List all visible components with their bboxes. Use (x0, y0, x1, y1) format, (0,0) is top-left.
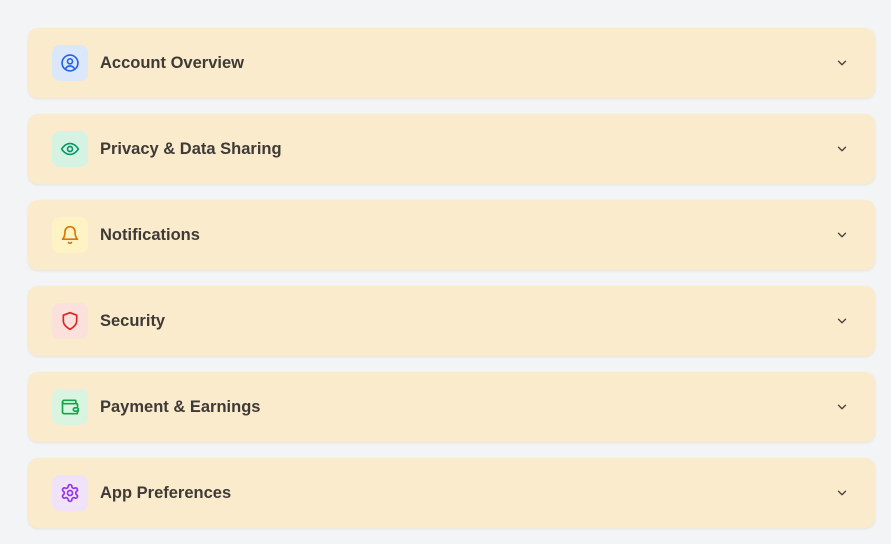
chevron-down-icon[interactable] (835, 314, 849, 328)
chevron-down-icon[interactable] (835, 142, 849, 156)
chevron-down-icon[interactable] (835, 228, 849, 242)
shield-icon (62, 311, 78, 331)
accordion-payment-earnings[interactable]: Payment & Earnings (28, 372, 875, 442)
chevron-down-icon[interactable] (835, 56, 849, 70)
privacy-icon-badge (52, 131, 88, 167)
eye-icon (60, 142, 80, 156)
security-icon-badge (52, 303, 88, 339)
accordion-security[interactable]: Security (28, 286, 875, 356)
accordion-label: Security (100, 311, 166, 330)
bell-icon (61, 225, 79, 245)
chevron-down-icon[interactable] (835, 486, 849, 500)
notifications-icon-badge (52, 217, 88, 253)
accordion-privacy-data-sharing[interactable]: Privacy & Data Sharing (28, 114, 875, 184)
account-overview-icon-badge (52, 45, 88, 81)
accordion-label: Notifications (100, 225, 200, 244)
wallet-icon (61, 399, 80, 415)
accordion-notifications[interactable]: Notifications (28, 200, 875, 270)
payment-icon-badge (52, 389, 88, 425)
settings-accordion-list: Account Overview Privacy & Data Sharing … (28, 28, 875, 544)
accordion-label: Account Overview (100, 53, 244, 72)
accordion-label: Payment & Earnings (100, 397, 261, 416)
accordion-label: App Preferences (100, 483, 232, 502)
preferences-icon-badge (52, 475, 88, 511)
accordion-account-overview[interactable]: Account Overview (28, 28, 875, 98)
chevron-down-icon[interactable] (835, 400, 849, 414)
accordion-label: Privacy & Data Sharing (100, 139, 282, 158)
accordion-app-preferences[interactable]: App Preferences (28, 458, 875, 528)
gear-icon (61, 483, 79, 503)
user-circle-icon (61, 54, 79, 72)
